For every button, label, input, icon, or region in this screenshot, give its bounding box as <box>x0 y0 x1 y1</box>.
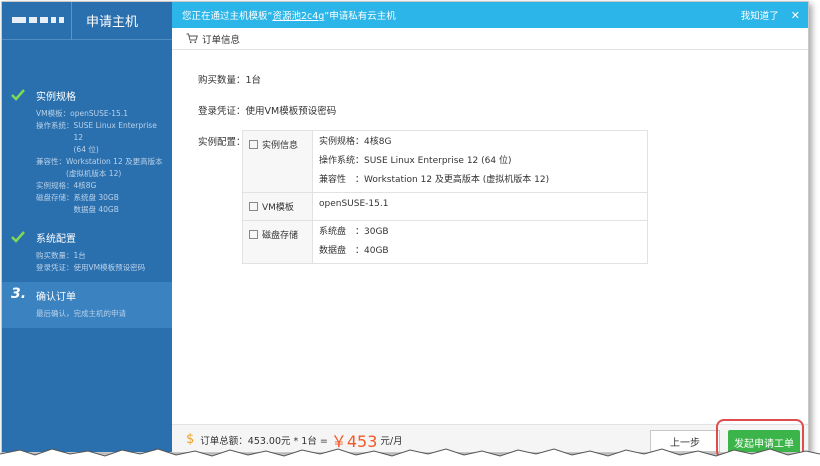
section-header: 订单信息 <box>172 28 808 50</box>
server-icon <box>249 140 258 149</box>
info-suffix: ”申请私有云主机 <box>324 11 396 22</box>
check-icon <box>11 231 25 243</box>
template-link[interactable]: 资源池2c4g <box>272 8 324 22</box>
row-value: 操作系统：SUSE Linux Enterprise 12 (64 位) <box>319 156 512 166</box>
total-label: 订单总额：453.00元 * 1台 = <box>200 435 328 447</box>
sidebar-title: 申请主机 <box>86 15 139 30</box>
step-title: 确认订单 <box>36 292 76 303</box>
template-info-bar: 您正在通过主机模板“ 资源池2c4g ”申请私有云主机 我知道了 ✕ <box>172 2 808 28</box>
step-detail: VM模板： openSUSE-15.1 <box>36 109 128 118</box>
credential-row: 登录凭证：使用VM模板预设密码 <box>198 103 336 117</box>
step-title: 系统配置 <box>36 234 76 245</box>
step-detail: 兼容性： Workstation 12 及更高版本 (虚拟机版本 12) <box>36 157 163 178</box>
order-content: 订单信息 购买数量：1台 登录凭证：使用VM模板预设密码 实例配置： 实例信息 … <box>172 28 808 424</box>
sidebar-header: 申请主机 <box>2 2 172 40</box>
row-value: 兼容性 ：Workstation 12 及更高版本 (虚拟机版本 12) <box>319 175 550 185</box>
credential-label: 登录凭证： <box>198 106 246 117</box>
step-detail: 登录凭证： 使用VM模板预设密码 <box>36 263 146 272</box>
step-detail: 购买数量： 1台 <box>36 251 86 260</box>
check-icon <box>11 89 25 101</box>
quantity-label: 购买数量： <box>198 75 246 86</box>
table-row: VM模板 openSUSE-15.1 <box>242 192 648 221</box>
step-detail: 操作系统： SUSE Linux Enterprise 12 (64 位) <box>36 121 157 154</box>
table-row: 实例信息 实例规格：4核8G 操作系统：SUSE Linux Enterpris… <box>242 130 648 193</box>
info-prefix: 您正在通过主机模板“ <box>182 11 273 22</box>
row-value: 系统盘 ：30GB <box>319 227 389 237</box>
close-icon[interactable]: ✕ <box>791 9 800 22</box>
app-window: 申请主机 实例规格 VM模板： openSUSE-15.1 操作系统： SUSE L… <box>1 1 809 453</box>
logo <box>2 2 72 40</box>
row-value: 数据盘 ：40GB <box>319 246 389 256</box>
step-confirm-order[interactable]: 3. 确认订单 最后确认，完成主机的申请 <box>2 282 172 328</box>
cart-icon <box>186 33 198 44</box>
got-it-button[interactable]: 我知道了 <box>741 8 779 22</box>
disk-icon <box>249 230 258 239</box>
step-hint: 最后确认，完成主机的申请 <box>36 309 126 318</box>
step-title: 实例规格 <box>36 92 76 103</box>
row-label: 磁盘存储 <box>262 231 299 241</box>
section-title: 订单信息 <box>202 34 241 46</box>
step-instance-spec[interactable]: 实例规格 VM模板： openSUSE-15.1 操作系统： SUSE Linux … <box>2 82 172 224</box>
table-row: 磁盘存储 系统盘 ：30GB 数据盘 ：40GB <box>242 220 648 264</box>
step-system-config[interactable]: 系统配置 购买数量： 1台 登录凭证： 使用VM模板预设密码 <box>2 224 172 282</box>
config-label: 实例配置： <box>198 137 246 148</box>
credential-value: 使用VM模板预设密码 <box>245 106 337 117</box>
quantity-value: 1台 <box>245 75 262 86</box>
sidebar: 申请主机 实例规格 VM模板： openSUSE-15.1 操作系统： SUSE L… <box>2 2 172 452</box>
step-number: 3. <box>11 286 27 302</box>
torn-edge <box>0 448 820 466</box>
instance-config-table: 实例信息 实例规格：4核8G 操作系统：SUSE Linux Enterpris… <box>242 130 648 264</box>
step-detail: 磁盘存储： 系统盘 30GB 数据盘 40GB <box>36 193 119 214</box>
price-unit: 元/月 <box>380 435 403 447</box>
dollar-icon: $ <box>186 432 195 447</box>
step-detail: 实例规格： 4核8G <box>36 181 97 190</box>
file-icon <box>249 202 258 211</box>
quantity-row: 购买数量：1台 <box>198 72 261 86</box>
row-label: VM模板 <box>262 203 294 213</box>
row-value: 实例规格：4核8G <box>319 137 392 147</box>
row-value: openSUSE-15.1 <box>319 199 389 209</box>
row-label: 实例信息 <box>262 141 299 151</box>
